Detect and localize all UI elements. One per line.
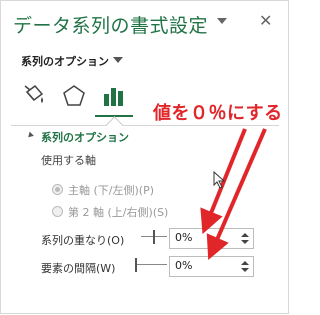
format-data-series-pane: データ系列の書式設定 ✕ 系列のオプション 系列のオプション 使用する軸 主軸 … [0,0,289,314]
annotation-arrows [200,128,267,261]
mouse-cursor-icon [213,171,226,189]
annotation-callout: 値を０％にする [153,103,283,124]
